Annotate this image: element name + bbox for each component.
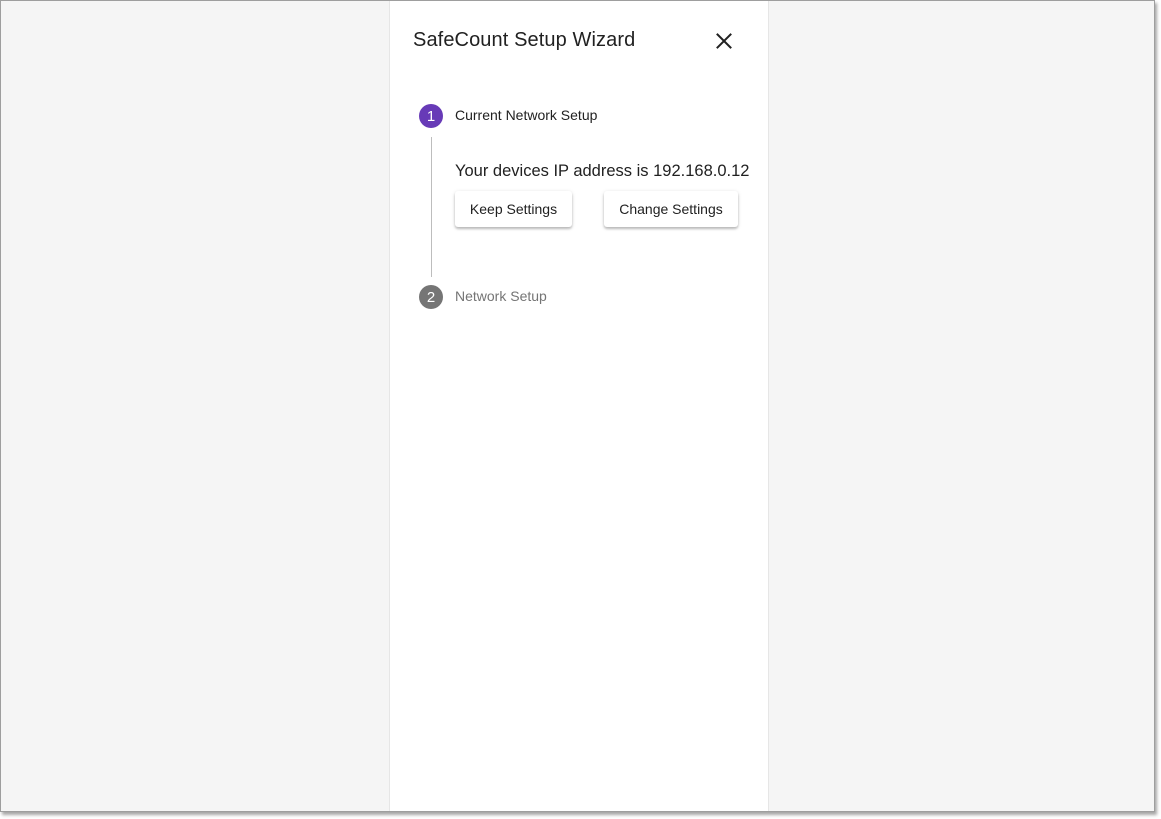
keep-settings-button[interactable]: Keep Settings	[455, 191, 572, 227]
step-2-label[interactable]: Network Setup	[455, 288, 547, 304]
ip-address-message: Your devices IP address is 192.168.0.12	[455, 162, 750, 180]
step-1-label[interactable]: Current Network Setup	[455, 107, 597, 123]
step-2-number: 2	[419, 285, 443, 309]
close-button[interactable]	[710, 27, 738, 55]
close-icon	[716, 33, 732, 49]
app-window: SafeCount Setup Wizard 1 Current Network…	[0, 0, 1155, 812]
step-connector	[431, 137, 432, 277]
setup-wizard-dialog: SafeCount Setup Wizard 1 Current Network…	[389, 1, 769, 811]
step-1-number: 1	[419, 104, 443, 128]
dialog-title: SafeCount Setup Wizard	[413, 29, 636, 51]
change-settings-button[interactable]: Change Settings	[604, 191, 738, 227]
